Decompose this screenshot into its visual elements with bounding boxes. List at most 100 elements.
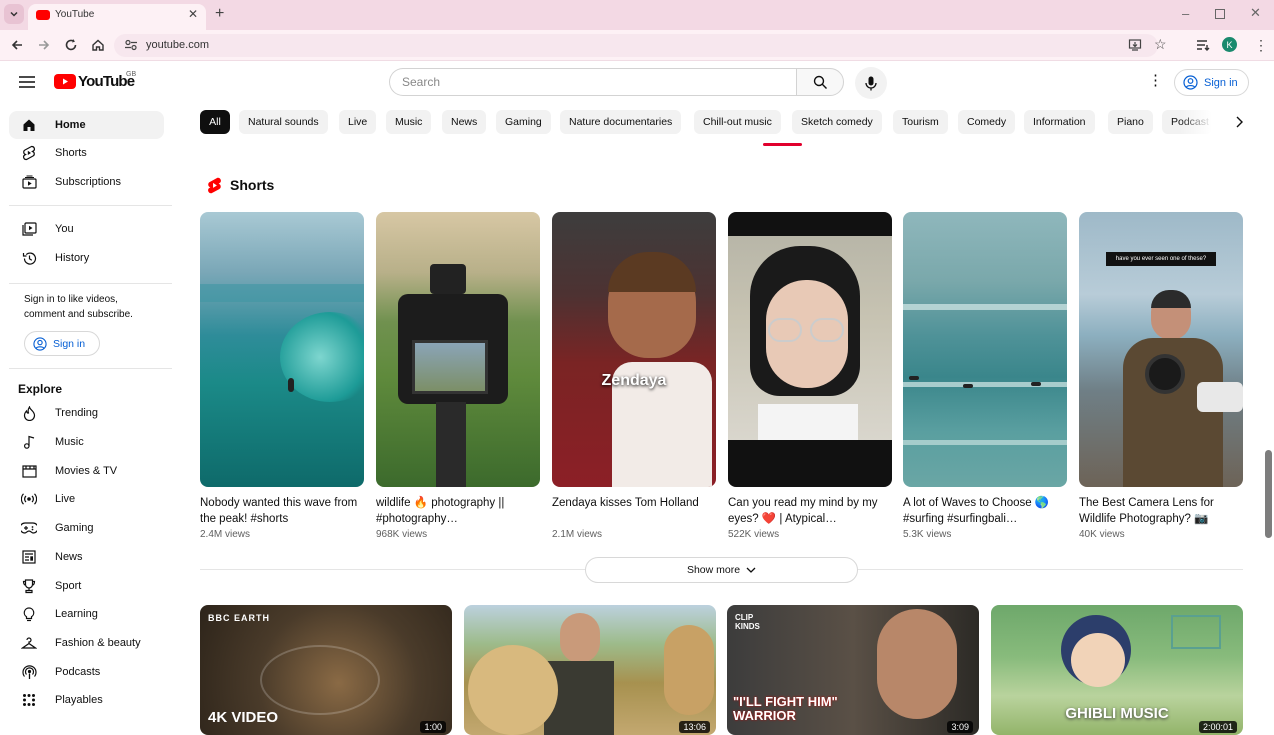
search-input[interactable] [389, 68, 797, 96]
chip-nature-documentaries[interactable]: Nature documentaries [560, 110, 682, 134]
sidebar-item-learning[interactable]: Learning [9, 600, 164, 628]
trending-icon [21, 405, 37, 421]
sidebar-item-shorts[interactable]: Shorts [9, 139, 164, 167]
short-title[interactable]: Can you read my mind by my eyes? ❤️ | At… [728, 495, 888, 527]
sidebar-item-you[interactable]: You [9, 215, 164, 243]
sign-in-label: Sign in [1204, 76, 1238, 89]
you-icon [21, 221, 37, 237]
chip-comedy[interactable]: Comedy [958, 110, 1016, 134]
new-tab-button[interactable]: + [215, 5, 224, 23]
maximize-button[interactable] [1215, 9, 1225, 19]
home-button[interactable] [87, 34, 109, 56]
sign-in-button[interactable]: Sign in [1174, 69, 1249, 96]
close-tab-icon[interactable]: ✕ [188, 7, 198, 21]
short-thumbnail[interactable] [903, 212, 1067, 487]
video-frame [728, 236, 892, 440]
short-title[interactable]: Nobody wanted this wave from the peak! #… [200, 495, 360, 527]
hair-figure [608, 252, 696, 292]
video-thumbnail[interactable]: 13:06 [464, 605, 716, 735]
profile-avatar[interactable]: K [1222, 37, 1237, 52]
wave-line [903, 382, 1067, 387]
news-icon [21, 549, 37, 565]
sidebar-item-label: Home [55, 119, 86, 131]
browser-tab[interactable]: YouTube ✕ [28, 4, 206, 30]
youtube-play-logo-icon [54, 74, 76, 89]
country-code: GB [126, 71, 137, 78]
tab-search-button[interactable] [4, 4, 24, 24]
sidebar-item-label: Movies & TV [55, 465, 118, 477]
sidebar-item-sport[interactable]: Sport [9, 572, 164, 600]
show-more-button[interactable]: Show more [585, 557, 858, 583]
shorts-icon [21, 145, 37, 161]
install-app-icon[interactable] [1128, 38, 1142, 52]
sidebar-item-label: Learning [55, 608, 98, 620]
sidebar-item-music[interactable]: Music [9, 428, 164, 456]
chip-natural-sounds[interactable]: Natural sounds [239, 110, 328, 134]
short-thumbnail[interactable]: Zendaya [552, 212, 716, 487]
chip-music[interactable]: Music [386, 110, 432, 134]
sidebar-item-history[interactable]: History [9, 244, 164, 272]
hamburger-menu-icon[interactable] [18, 75, 36, 89]
short-thumbnail[interactable] [728, 212, 892, 487]
short-thumbnail[interactable] [200, 212, 364, 487]
short-thumbnail[interactable]: have you ever seen one of these? [1079, 212, 1243, 487]
short-thumbnail[interactable] [376, 212, 540, 487]
video-thumbnail[interactable]: GHIBLI MUSIC 2:00:01 [991, 605, 1243, 735]
sidebar-item-fashion[interactable]: Fashion & beauty [9, 629, 164, 657]
chip-news[interactable]: News [442, 110, 487, 134]
sidebar-sign-in-button[interactable]: Sign in [24, 331, 100, 356]
chip-all[interactable]: All [200, 110, 230, 134]
chip-information[interactable]: Information [1024, 110, 1095, 134]
chip-tourism[interactable]: Tourism [893, 110, 948, 134]
sidebar-item-trending[interactable]: Trending [9, 399, 164, 427]
movies-icon [21, 463, 37, 479]
close-window-button[interactable]: ✕ [1250, 5, 1261, 21]
youtube-favicon-icon [36, 10, 50, 20]
short-title[interactable]: A lot of Waves to Choose 🌎 #surfing #sur… [903, 495, 1063, 527]
reload-button[interactable] [60, 34, 82, 56]
chip-gaming[interactable]: Gaming [496, 110, 551, 134]
sidebar-item-playables[interactable]: Playables [9, 686, 164, 714]
voice-search-button[interactable] [855, 67, 887, 99]
hanger-icon [21, 635, 37, 651]
short-title[interactable]: The Best Camera Lens for Wildlife Photog… [1079, 495, 1239, 527]
arrow-right-icon [39, 40, 50, 50]
video-overlay-text: "I'LL FIGHT HIM" WARRIOR [733, 694, 838, 723]
chips-next-button[interactable] [1226, 110, 1252, 134]
settings-menu-icon[interactable]: ⋮ [1148, 73, 1163, 88]
sidebar-item-podcasts[interactable]: Podcasts [9, 658, 164, 686]
minimize-button[interactable]: – [1182, 6, 1189, 21]
chip-live[interactable]: Live [339, 110, 377, 134]
video-thumbnail[interactable]: CLIP KINDS "I'LL FIGHT HIM" WARRIOR 3:09 [727, 605, 979, 735]
reading-list-icon[interactable] [1196, 38, 1210, 52]
video-duration: 2:00:01 [1198, 721, 1237, 733]
search-button[interactable] [796, 68, 844, 96]
short-title[interactable]: wildlife 🔥 photography || #photography… [376, 495, 536, 527]
site-info-icon[interactable] [124, 39, 138, 51]
telephoto-lens [1197, 382, 1243, 412]
browser-menu-icon[interactable]: ⋮ [1254, 38, 1268, 52]
sidebar-item-news[interactable]: News [9, 543, 164, 571]
show-more-label: Show more [686, 564, 741, 576]
address-bar[interactable]: youtube.com ☆ [114, 34, 1167, 57]
short-title[interactable]: Zendaya kisses Tom Holland [552, 495, 712, 527]
short-views: 2.1M views [552, 529, 603, 540]
divider [9, 205, 172, 206]
chip-chill-out-music[interactable]: Chill-out music [694, 110, 781, 134]
sidebar-item-home[interactable]: Home [9, 111, 164, 139]
chip-piano[interactable]: Piano [1108, 110, 1153, 134]
chip-sketch-comedy[interactable]: Sketch comedy [792, 110, 882, 134]
sidebar-item-movies[interactable]: Movies & TV [9, 457, 164, 485]
sidebar-item-live[interactable]: Live [9, 485, 164, 513]
scrollbar-thumb[interactable] [1265, 450, 1272, 538]
scrollbar-track[interactable] [1263, 66, 1274, 724]
video-thumbnail[interactable]: BBC EARTH 4K VIDEO 1:00 [200, 605, 452, 735]
sidebar-item-subscriptions[interactable]: Subscriptions [9, 168, 164, 196]
youtube-logo[interactable]: YouTube [54, 73, 135, 90]
channel-badge-text: CLIP KINDS [735, 613, 760, 631]
short-views: 968K views [376, 529, 428, 540]
bookmark-star-icon[interactable]: ☆ [1154, 36, 1167, 53]
sidebar-item-gaming[interactable]: Gaming [9, 514, 164, 542]
back-button[interactable] [6, 34, 28, 56]
forward-button[interactable] [33, 34, 55, 56]
